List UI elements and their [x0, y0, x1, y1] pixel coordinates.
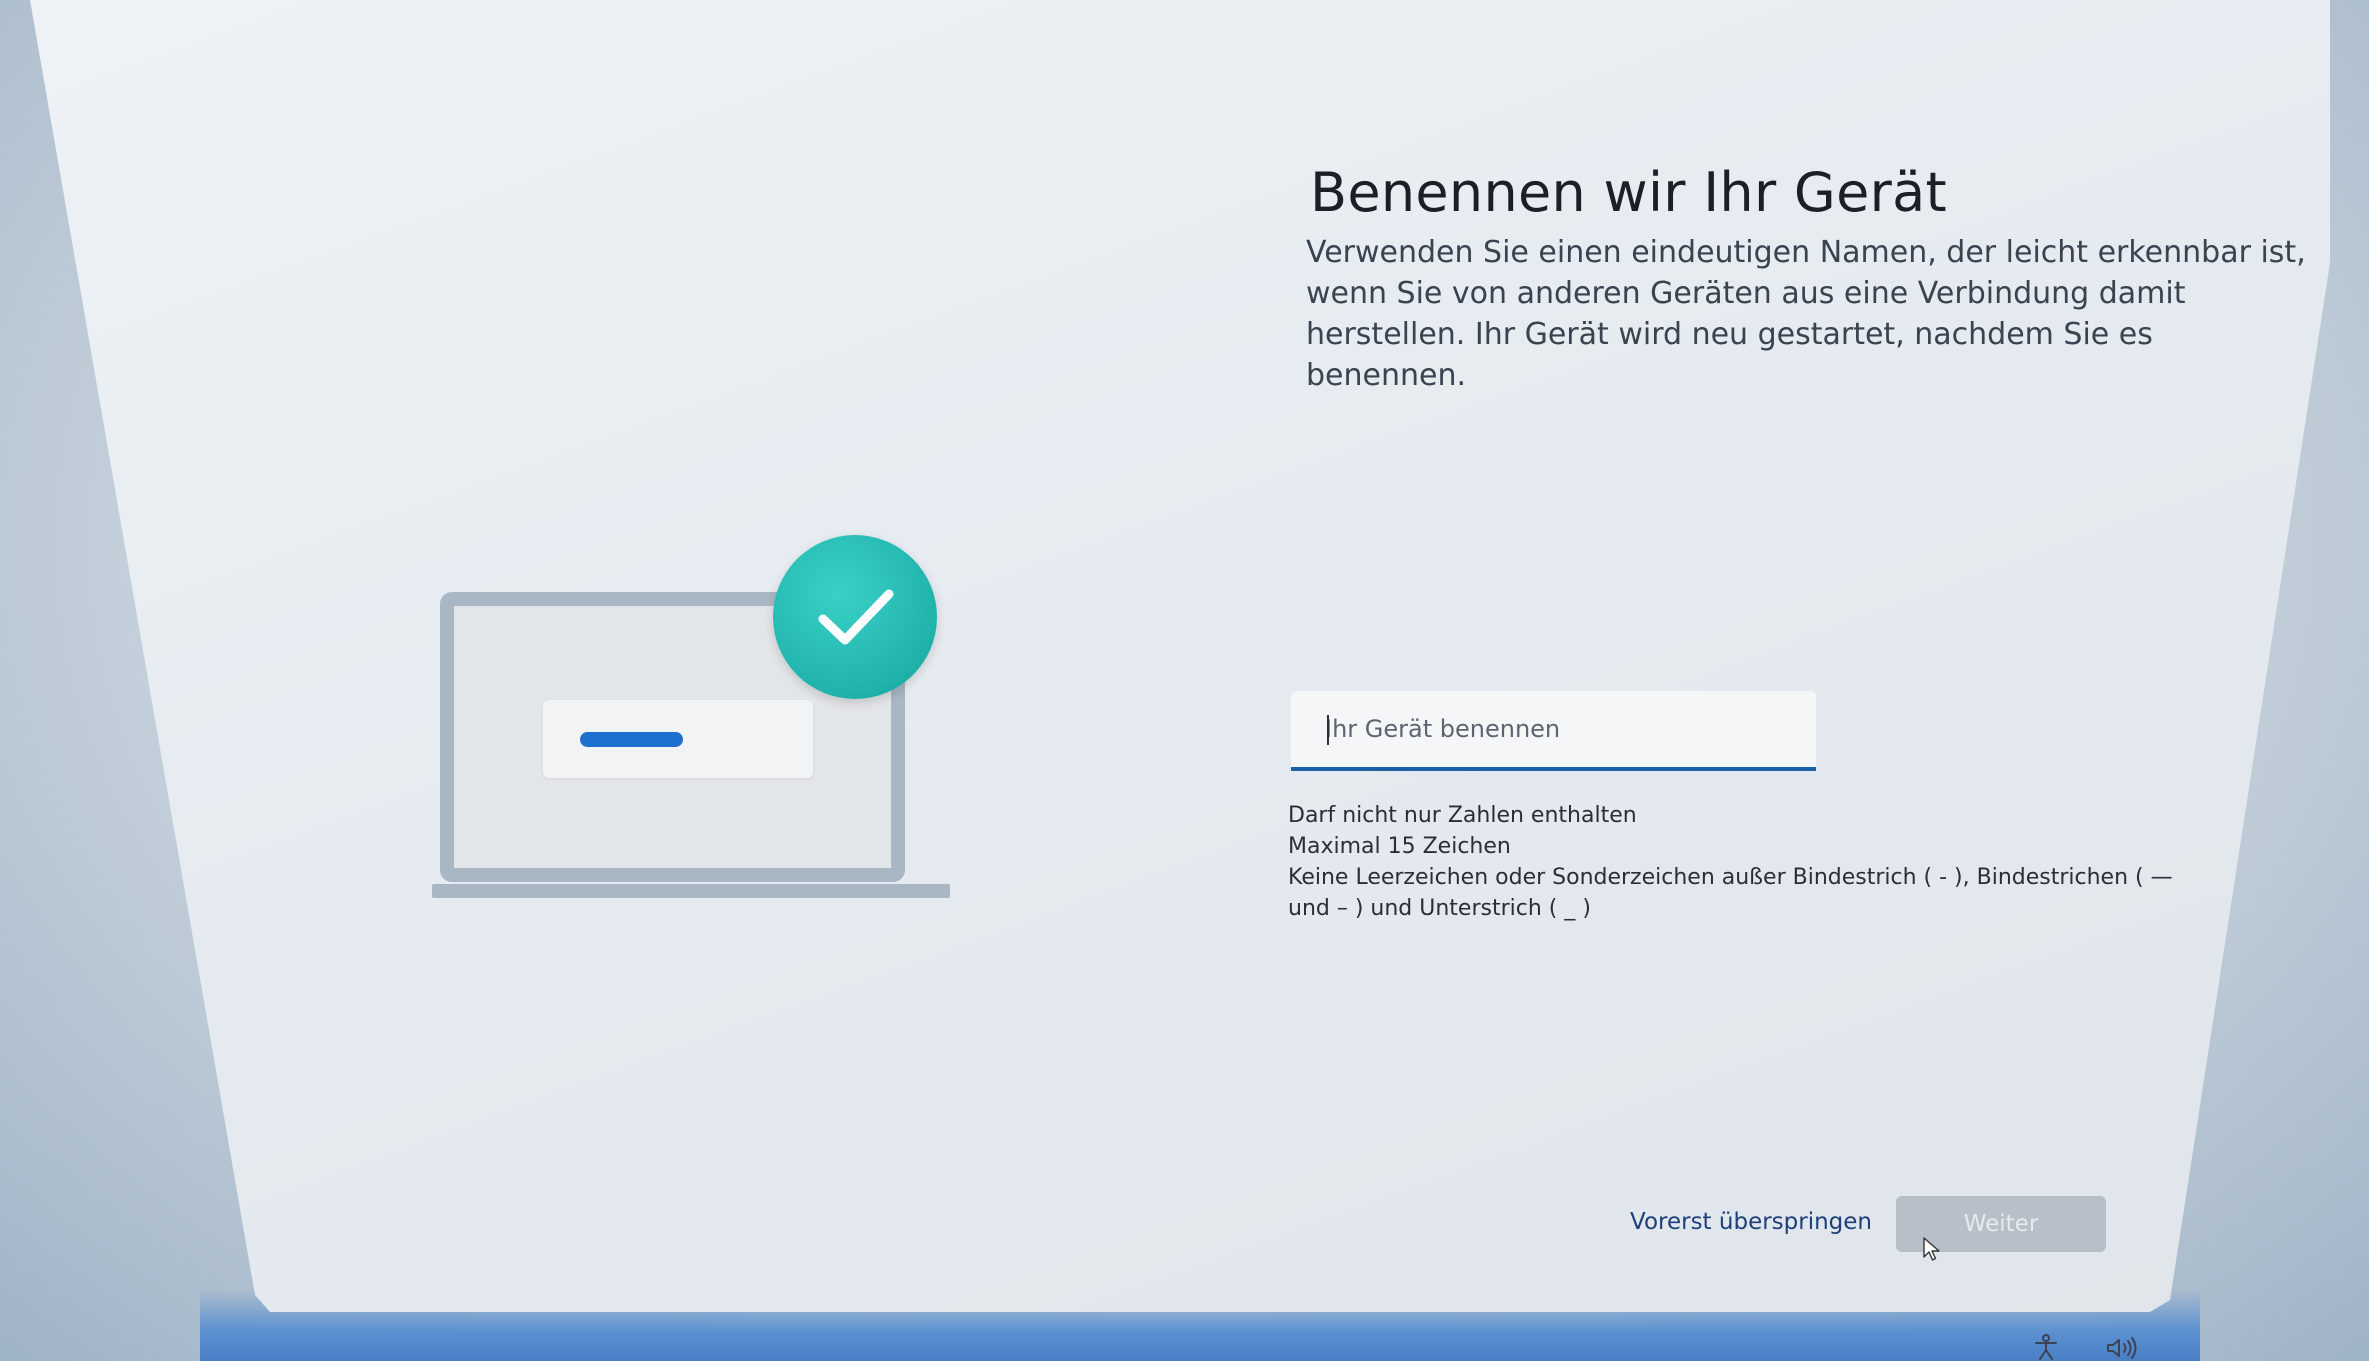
check-badge [773, 535, 937, 699]
mouse-pointer-icon [1923, 1237, 1940, 1261]
text-caret [1327, 715, 1329, 745]
page-description: Verwenden Sie einen eindeutigen Namen, d… [1306, 235, 2306, 393]
laptop-base [432, 884, 950, 898]
device-name-field-container [1291, 691, 1816, 771]
page-title: Benennen wir Ihr Gerät [1310, 161, 1947, 225]
volume-icon[interactable] [2106, 1337, 2140, 1359]
rule-item: Maximal 15 Zeichen [1288, 834, 1511, 859]
device-name-input[interactable] [1291, 691, 1816, 767]
name-rules: Darf nicht nur Zahlen enthalten Maximal … [1288, 800, 2208, 924]
rule-item: Darf nicht nur Zahlen enthalten [1288, 803, 1637, 828]
rule-item: Keine Leerzeichen oder Sonderzeichen auß… [1288, 865, 2173, 921]
accessibility-icon[interactable] [2033, 1334, 2059, 1360]
oobe-card [30, 0, 2330, 1312]
checkmark-icon [818, 589, 894, 645]
laptop-screen-bar [580, 732, 683, 747]
skip-button[interactable]: Vorerst überspringen [1630, 1209, 1872, 1235]
